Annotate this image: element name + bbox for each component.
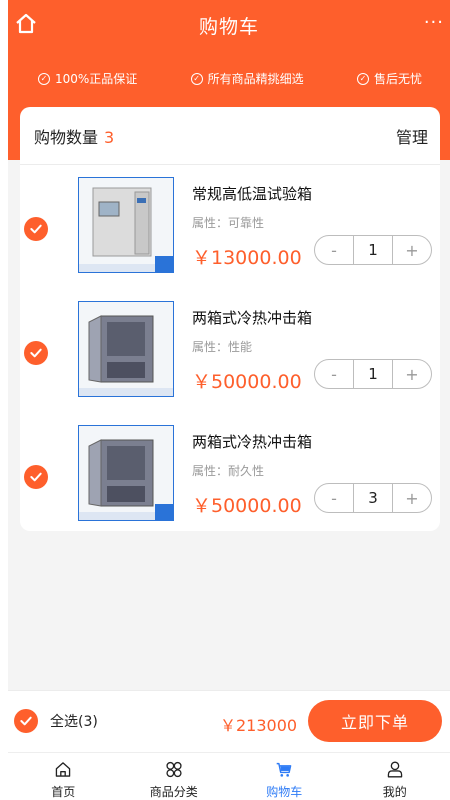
product-price: ￥13000.00 bbox=[192, 247, 302, 269]
user-icon bbox=[387, 761, 402, 778]
guarantee-label: 所有商品精挑细选 bbox=[207, 72, 304, 86]
tab-profile[interactable]: 我的 bbox=[340, 753, 450, 800]
checkmark-icon bbox=[30, 224, 42, 234]
home-icon bbox=[56, 762, 71, 777]
checkout-button[interactable]: 立即下单 bbox=[308, 700, 442, 742]
quantity-stepper: - 1 + bbox=[314, 359, 432, 389]
decrease-button[interactable]: - bbox=[315, 484, 353, 512]
cart-summary: 购物数量 3 管理 bbox=[20, 107, 440, 165]
checkmark-icon bbox=[30, 472, 42, 482]
thermal-shock-chamber-icon bbox=[79, 426, 173, 520]
select-all[interactable]: 全选(3) bbox=[14, 709, 98, 733]
cart-page: 购物车 ··· ✓ 100%正品保证 ✓ 所有商品精挑细选 ✓ 售后无忧 购物数… bbox=[0, 0, 450, 800]
product-image[interactable] bbox=[78, 177, 174, 273]
quantity-value[interactable]: 1 bbox=[353, 360, 393, 388]
page-title: 购物车 bbox=[198, 15, 259, 38]
decrease-button[interactable]: - bbox=[315, 236, 353, 264]
tab-home[interactable]: 首页 bbox=[8, 753, 119, 800]
quantity-stepper: - 3 + bbox=[314, 483, 432, 513]
product-price: ￥50000.00 bbox=[192, 371, 302, 393]
guarantee-bar: ✓ 100%正品保证 ✓ 所有商品精挑细选 ✓ 售后无忧 bbox=[8, 70, 450, 87]
quantity-value[interactable]: 3 bbox=[353, 484, 393, 512]
product-name[interactable]: 常规高低温试验箱 bbox=[192, 183, 312, 204]
more-icon[interactable]: ··· bbox=[424, 12, 444, 33]
cart-item: 常规高低温试验箱 属性：可靠性 ￥13000.00 - 1 + bbox=[20, 169, 440, 292]
guarantee-item: ✓ 售后无忧 bbox=[356, 70, 422, 87]
guarantee-label: 100%正品保证 bbox=[55, 72, 138, 86]
quantity-value[interactable]: 1 bbox=[353, 236, 393, 264]
increase-button[interactable]: + bbox=[393, 236, 431, 264]
cart-item: 两箱式冷热冲击箱 属性：性能 ￥50000.00 - 1 + bbox=[20, 293, 440, 416]
tab-label: 我的 bbox=[382, 785, 407, 799]
cart-count: 购物数量 3 bbox=[34, 124, 114, 148]
category-icon bbox=[166, 761, 182, 778]
tab-label: 商品分类 bbox=[149, 785, 198, 799]
cart-count-label: 购物数量 bbox=[34, 127, 99, 147]
item-checkbox[interactable] bbox=[24, 341, 48, 365]
increase-button[interactable]: + bbox=[393, 360, 431, 388]
select-all-checkbox[interactable] bbox=[14, 709, 38, 733]
item-checkbox[interactable] bbox=[24, 217, 48, 241]
tab-cart[interactable]: 购物车 bbox=[229, 753, 340, 800]
product-name[interactable]: 两箱式冷热冲击箱 bbox=[192, 307, 312, 328]
cart-icon bbox=[276, 762, 292, 777]
checkmark-icon bbox=[30, 348, 42, 358]
checkout-bar: 全选(3) ￥213000 立即下单 bbox=[8, 690, 450, 752]
check-circle-icon: ✓ bbox=[190, 72, 203, 85]
guarantee-item: ✓ 所有商品精挑细选 bbox=[190, 70, 304, 87]
guarantee-item: ✓ 100%正品保证 bbox=[38, 70, 137, 87]
tab-bar: 首页 商品分类 购物车 我的 bbox=[8, 752, 450, 800]
guarantee-label: 售后无忧 bbox=[373, 72, 422, 86]
increase-button[interactable]: + bbox=[393, 484, 431, 512]
product-attribute: 属性：可靠性 bbox=[192, 216, 265, 230]
title-bar: 购物车 ··· bbox=[8, 0, 450, 50]
product-attribute: 属性：性能 bbox=[192, 340, 253, 354]
cart-card: 购物数量 3 管理 常规高低温试验箱 属性：可靠性 ￥13000.00 - 1 … bbox=[20, 107, 440, 531]
manage-button[interactable]: 管理 bbox=[396, 124, 428, 148]
climate-test-chamber-icon bbox=[79, 178, 173, 272]
cart-count-value: 3 bbox=[104, 127, 115, 147]
product-attribute: 属性：耐久性 bbox=[192, 464, 265, 478]
checkmark-icon bbox=[20, 716, 32, 726]
item-checkbox[interactable] bbox=[24, 465, 48, 489]
check-circle-icon: ✓ bbox=[356, 72, 369, 85]
select-all-label: 全选(3) bbox=[50, 714, 98, 730]
quantity-stepper: - 1 + bbox=[314, 235, 432, 265]
product-price: ￥50000.00 bbox=[192, 495, 302, 517]
total-price: ￥213000 bbox=[220, 716, 298, 735]
tab-category[interactable]: 商品分类 bbox=[119, 753, 230, 800]
product-image[interactable] bbox=[78, 301, 174, 397]
tab-label: 购物车 bbox=[266, 785, 303, 799]
home-icon[interactable] bbox=[14, 12, 38, 36]
product-name[interactable]: 两箱式冷热冲击箱 bbox=[192, 431, 312, 452]
check-circle-icon: ✓ bbox=[38, 72, 50, 85]
product-image[interactable] bbox=[78, 425, 174, 521]
decrease-button[interactable]: - bbox=[315, 360, 353, 388]
cart-item: 两箱式冷热冲击箱 属性：耐久性 ￥50000.00 - 3 + bbox=[20, 417, 440, 531]
tab-label: 首页 bbox=[51, 785, 76, 799]
thermal-shock-chamber-icon bbox=[79, 302, 173, 396]
